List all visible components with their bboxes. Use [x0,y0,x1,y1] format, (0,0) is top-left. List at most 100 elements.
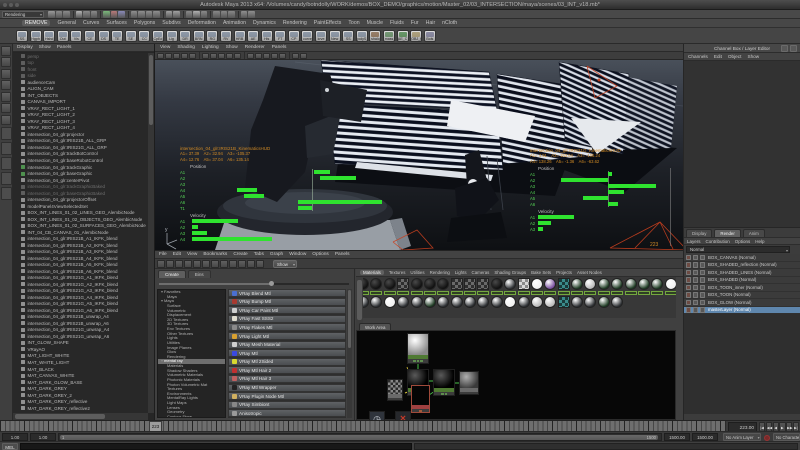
material-swatch[interactable] [531,296,544,308]
material-swatch[interactable] [411,296,424,308]
layer-blend-mode-dropdown[interactable]: Normal [686,246,790,253]
viewport-toolbar-icon[interactable] [202,53,209,59]
status-icon[interactable] [146,11,153,18]
shelf-item-hshd[interactable]: Hshd [43,30,55,42]
shelf-item-dr[interactable]: DR [179,30,191,42]
hypershade-menu-window[interactable]: Window [289,252,306,257]
viewport-toolbar-icon[interactable] [292,53,299,59]
status-icon[interactable] [241,11,248,18]
layer-renderable-toggle[interactable] [686,255,692,261]
browser-tab-materials[interactable]: Materials [360,270,384,275]
layer-renderable-toggle[interactable] [686,262,692,268]
layer-tab-anim[interactable]: Anim [743,229,765,237]
status-icon[interactable] [201,11,208,18]
shelf-item-out[interactable]: Out [57,30,69,42]
command-line-input[interactable] [20,443,412,450]
render-layer-row[interactable]: BOX_GLOW (Normal) [684,299,800,307]
status-icon[interactable] [173,11,180,18]
material-swatch[interactable] [544,278,557,295]
title-bar[interactable]: Autodesk Maya 2013 x64: /Volumes/candy/b… [0,0,800,10]
viewport-toolbar-icon[interactable] [173,53,180,59]
material-swatch[interactable] [571,278,584,295]
window-minimize-icon[interactable] [9,3,13,7]
shelf-item-ss[interactable]: SS [16,30,28,42]
playback-button-2[interactable]: ◀ [773,422,779,432]
material-swatch[interactable] [638,278,651,295]
layer-menu-contribution[interactable]: Contribution [706,239,730,244]
tree-item-contour-store[interactable]: Contour Store [158,415,225,418]
hypershade-menu-file[interactable]: File [159,252,167,257]
material-swatch[interactable] [544,296,557,308]
channel-menu-object[interactable]: Object [728,54,742,59]
viewport-menu-lighting[interactable]: Lighting [202,45,219,50]
layer-renderable-toggle[interactable] [686,300,692,306]
file-texture-node[interactable] [411,385,430,413]
material-swatch[interactable] [384,296,397,308]
slider-knob[interactable] [269,281,274,286]
create-list-scrollbar[interactable] [347,289,352,418]
shelf-item-ss[interactable]: SS [342,30,354,42]
channel-menu-show[interactable]: Show [747,54,759,59]
material-swatch[interactable] [491,296,504,308]
hypershade-toolbar-icon[interactable] [193,260,201,268]
material-swatch[interactable] [584,296,597,308]
shelf-item-cc[interactable]: CC [138,30,150,42]
create-node-vray-blend-mtl[interactable]: VRay Blend Mtl [228,289,346,297]
layer-renderable-toggle[interactable] [686,307,692,313]
browser-tab-utilities[interactable]: Utilities [410,270,424,275]
material-swatch[interactable] [384,278,397,295]
shelf-item-curve[interactable]: curve [301,30,313,42]
hypershade-toolbar-icon[interactable] [247,260,255,268]
create-node-vray-simbiont[interactable]: VRay Simbiont [228,401,346,409]
browser-tab-textures[interactable]: Textures [389,270,406,275]
anim-layer-dropdown[interactable]: No Anim Layer [723,433,761,441]
material-swatch[interactable] [411,278,424,295]
outliner-item[interactable]: MAT_DARK_GREY_reflective2 [13,405,148,412]
viewport-toolbar-icon[interactable] [255,53,262,59]
browser-tab-rendering[interactable]: Rendering [430,270,450,275]
shelf-item-new[interactable]: New [329,30,341,42]
viewport-toolbar-icon[interactable] [300,53,307,59]
outliner-menu-display[interactable]: Display [17,45,33,50]
material-swatch[interactable] [651,278,664,295]
outliner-vertical-scrollbar[interactable] [148,53,154,413]
material-swatch[interactable] [504,278,517,295]
panel-toggle-icon[interactable] [790,45,797,52]
playback-button-0[interactable]: |◀ [759,422,765,432]
shelf-tab-rendering[interactable]: Rendering [283,20,307,26]
current-time-field[interactable]: 223.00 [728,422,757,432]
layer-swatch[interactable] [700,270,706,276]
range-slider-bar[interactable]: 1 1500 [60,435,658,440]
material-swatch[interactable] [518,278,531,295]
paint-select-tool-icon[interactable] [1,69,11,79]
shelf-item-cp[interactable]: CP [288,30,300,42]
play-start-field[interactable]: 1.00 [30,433,56,441]
layer-visibility-toggle[interactable] [693,300,699,306]
universal-manip-tool-icon[interactable] [1,115,11,125]
shelf-tab-ncloth[interactable]: nCloth [442,20,457,26]
status-icon[interactable] [76,11,83,18]
layer-swatch[interactable] [700,262,706,268]
status-icon[interactable] [221,11,228,18]
shelf-item-cped[interactable]: CpEd [152,30,164,42]
shelf-item-lig[interactable]: Lig [166,30,178,42]
status-icon[interactable] [91,11,98,18]
material-swatch[interactable] [451,296,464,308]
status-icon[interactable] [248,11,255,18]
render-layer-row[interactable]: BOX_TOON (Normal) [684,292,800,300]
viewport-toolbar-icon[interactable] [210,53,217,59]
anim-end-field[interactable]: 1500.00 [692,433,718,441]
browser-tab-asset-nodes[interactable]: Asset Nodes [577,270,602,275]
status-icon[interactable] [228,11,235,18]
shelf-tab-deformation[interactable]: Deformation [188,20,216,26]
status-icon[interactable] [213,11,220,18]
material-swatch[interactable] [611,278,624,295]
hypershade-toolbar-icon[interactable] [157,260,165,268]
status-icon[interactable] [56,11,63,18]
layer-visibility-toggle[interactable] [693,277,699,283]
viewport-toolbar-icon[interactable] [157,53,164,59]
shelf-item-obj-f[interactable]: OBJ_f [410,30,422,42]
shelf-item-te[interactable]: TE [111,30,123,42]
layout-shortcut-3[interactable] [1,157,12,170]
work-area-canvas[interactable]: ◷ ✕ [356,330,676,420]
